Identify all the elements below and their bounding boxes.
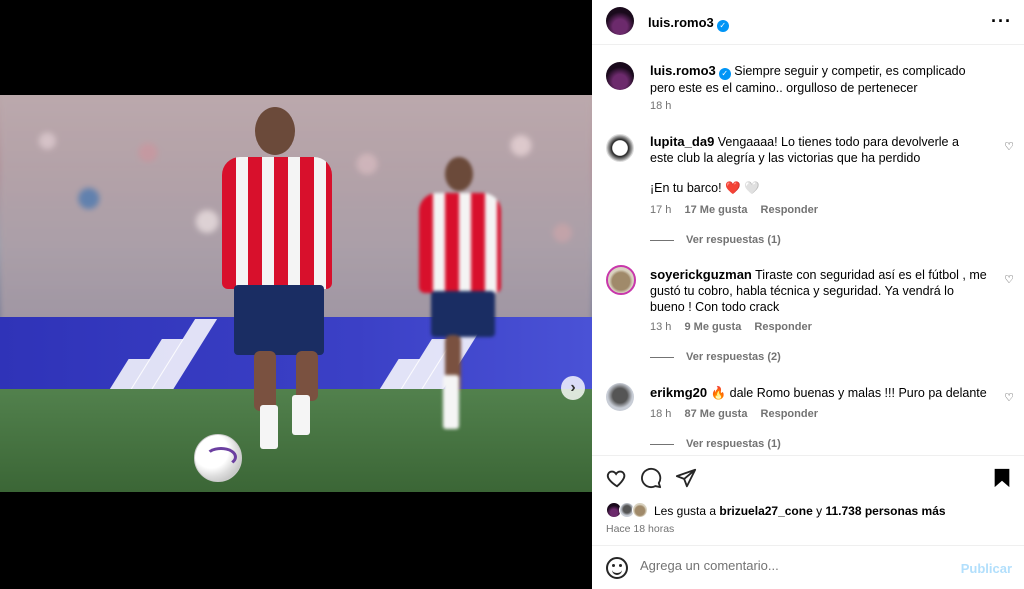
post-date[interactable]: Hace 18 horas [606, 523, 674, 535]
comment-like-icon[interactable]: ♡ [1004, 273, 1014, 286]
comment-like-icon[interactable]: ♡ [1004, 140, 1014, 153]
heart-icon[interactable] [606, 467, 628, 495]
likes-summary: Les gusta a brizuela27_cone y 11.738 per… [654, 504, 946, 518]
comment-time[interactable]: 18 h [650, 408, 671, 420]
caption-time[interactable]: 18 h [650, 100, 671, 112]
comment-likes[interactable]: 87 Me gusta [684, 408, 747, 420]
comment-username[interactable]: soyerickguzman [650, 267, 752, 282]
comment-likes[interactable]: 17 Me gusta [684, 204, 747, 216]
post-actions: Les gusta a brizuela27_cone y 11.738 per… [592, 455, 1024, 545]
comment-username[interactable]: erikmg20 [650, 385, 707, 400]
view-replies-button[interactable]: Ver respuestas (1) [650, 438, 781, 450]
commenter-avatar[interactable] [606, 134, 634, 162]
soccer-ball [194, 434, 242, 482]
comments-list: luis.romo3 ✓ Siempre seguir y competir, e… [592, 46, 1024, 455]
view-replies-button[interactable]: Ver respuestas (1) [650, 234, 781, 246]
likes-count[interactable]: 11.738 personas más [825, 504, 945, 518]
comment-input[interactable] [640, 558, 940, 573]
comment-reply-button[interactable]: Responder [754, 321, 811, 333]
author-username[interactable]: luis.romo3 [648, 15, 714, 30]
comment-likes[interactable]: 9 Me gusta [684, 321, 741, 333]
commenter-avatar[interactable] [606, 265, 636, 295]
comment-time[interactable]: 17 h [650, 204, 671, 216]
add-comment-bar: Publicar [592, 545, 1024, 589]
author-avatar[interactable] [606, 62, 634, 90]
comment-like-icon[interactable]: ♡ [1004, 391, 1014, 404]
comment-text-2: ¡En tu barco! ❤️ 🤍 [650, 181, 760, 195]
post-panel: luis.romo3 ✓ ··· luis.romo3 ✓ Siempre segu… [592, 0, 1024, 589]
more-options-icon[interactable]: ··· [991, 11, 1012, 32]
post-media: › [0, 0, 592, 589]
carousel-next-button[interactable]: › [561, 376, 585, 400]
verified-icon: ✓ [718, 68, 731, 80]
share-icon[interactable] [675, 467, 697, 495]
comment-time[interactable]: 13 h [650, 321, 671, 333]
post-photo[interactable]: › [0, 95, 592, 492]
commenter-avatar[interactable] [606, 383, 634, 411]
verified-icon: ✓ [716, 20, 729, 32]
emoji-icon[interactable] [606, 557, 628, 579]
comment-text: 🔥 dale Romo buenas y malas !!! Puro pa d… [710, 386, 987, 400]
comment-username[interactable]: lupita_da9 [650, 134, 714, 149]
caption-username[interactable]: luis.romo3 [650, 63, 716, 78]
likes-prefix: Les gusta a [654, 504, 717, 518]
author-avatar[interactable] [606, 7, 634, 35]
liker-avatar [632, 502, 648, 518]
bookmark-icon[interactable] [992, 467, 1012, 495]
publish-button[interactable]: Publicar [961, 561, 1012, 576]
comment-icon[interactable] [640, 467, 662, 495]
view-replies-button[interactable]: Ver respuestas (2) [650, 351, 781, 363]
likes-join: y [816, 504, 823, 518]
comment-reply-button[interactable]: Responder [761, 408, 818, 420]
comment-reply-button[interactable]: Responder [761, 204, 818, 216]
post-header: luis.romo3 ✓ ··· [592, 0, 1024, 45]
likes-user[interactable]: brizuela27_cone [719, 504, 812, 518]
